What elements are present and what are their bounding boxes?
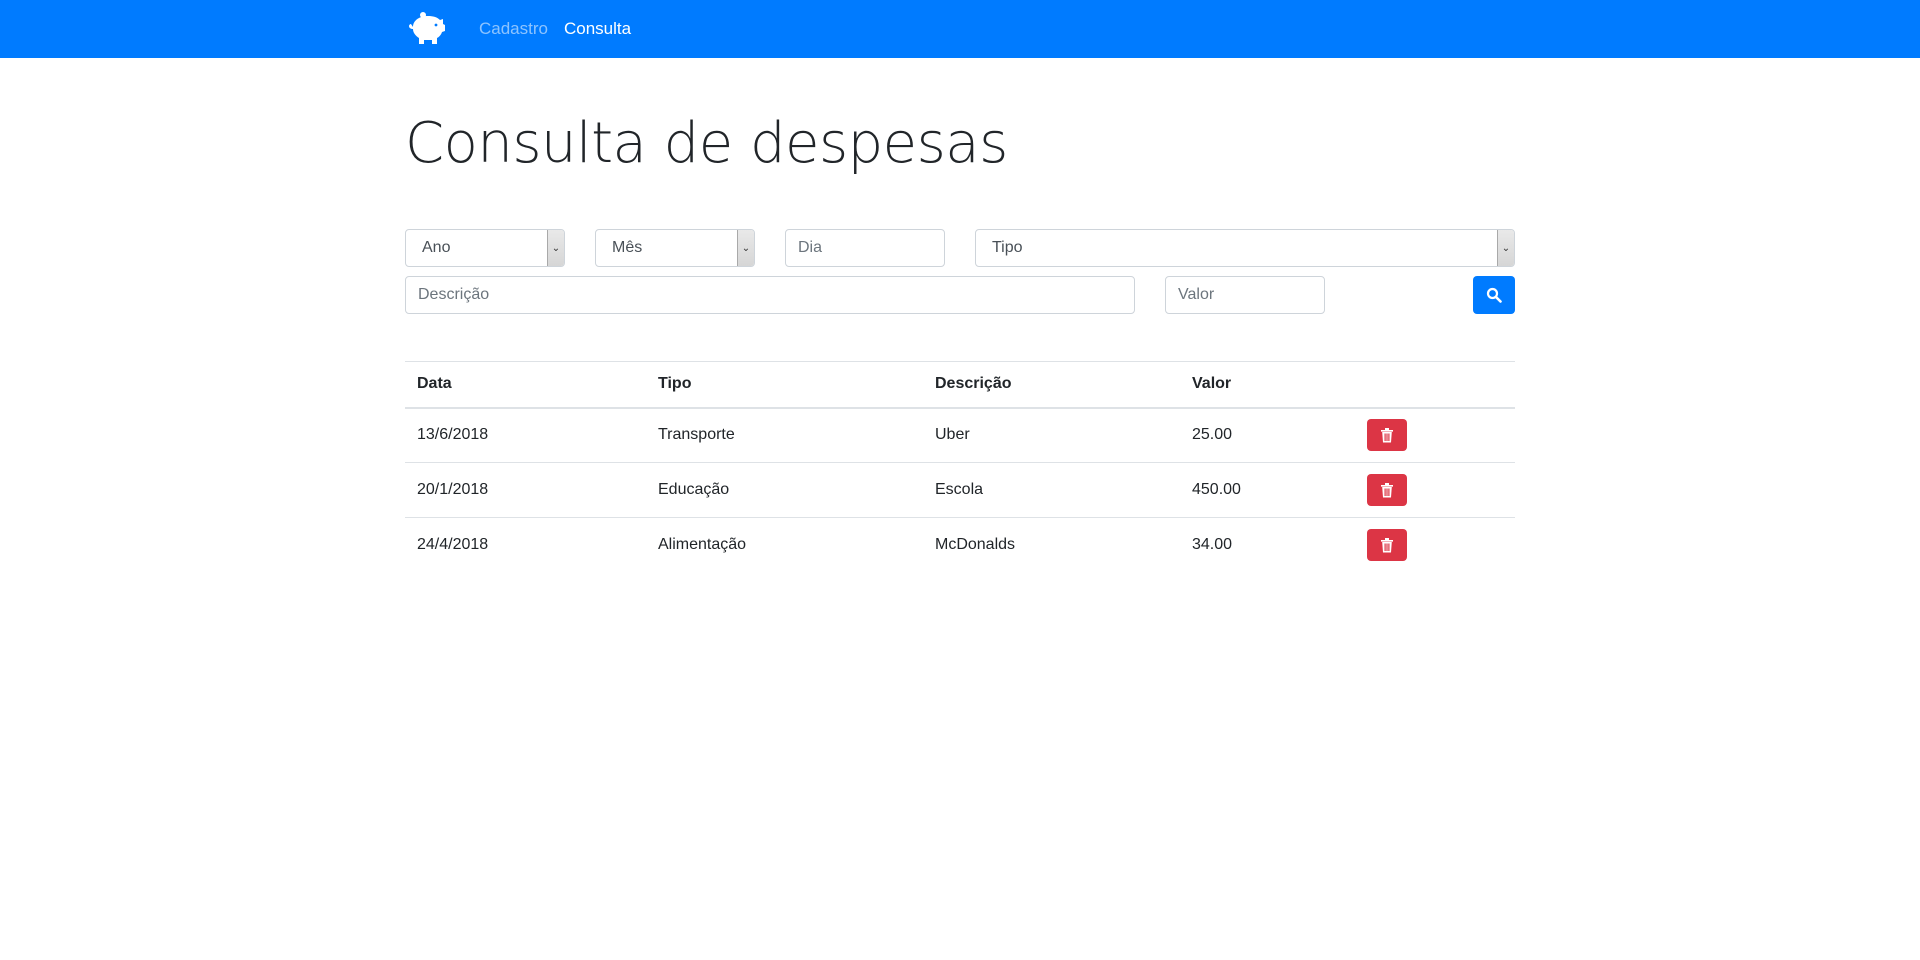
cell-data: 20/1/2018 [405,462,646,518]
cell-actions [1355,518,1515,573]
expenses-table: Data Tipo Descrição Valor 13/6/2018 Tran… [405,361,1515,573]
mes-select[interactable]: Mês ⌄ [595,229,755,267]
descricao-input-placeholder: Descrição [418,286,490,303]
cell-valor: 25.00 [1180,407,1355,463]
column-header-tipo: Tipo [646,361,923,409]
cell-actions [1355,462,1515,518]
valor-input-placeholder: Valor [1178,286,1215,303]
chevron-down-icon: ⌄ [1497,230,1514,266]
table-row: 13/6/2018 Transporte Uber 25.00 [405,407,1515,463]
cell-tipo: Transporte [646,407,923,463]
nav-link-cadastro[interactable]: Cadastro [479,19,548,39]
delete-button[interactable] [1367,474,1407,506]
table-row: 20/1/2018 Educação Escola 450.00 [405,462,1515,518]
cell-actions [1355,407,1515,463]
cell-valor: 34.00 [1192,536,1233,554]
navbar-inner: Cadastro Consulta [405,0,647,58]
cell-data: 24/4/2018 [417,536,489,554]
brand-logo[interactable] [405,0,455,58]
dia-input[interactable]: Dia [785,229,945,267]
descricao-input[interactable]: Descrição [405,276,1135,314]
chevron-down-icon: ⌄ [547,230,564,266]
column-header-actions [1355,361,1515,409]
mes-select-value: Mês [612,239,643,256]
table-body: 13/6/2018 Transporte Uber 25.00 20/1/201… [405,407,1515,573]
column-header-descricao: Descrição [923,361,1180,409]
table-header: Data Tipo Descrição Valor [405,361,1515,409]
cell-descricao: Uber [923,407,1180,463]
trash-icon [1381,428,1393,443]
cell-descricao: Escola [923,462,1180,518]
cell-data: 13/6/2018 [405,407,646,463]
tipo-select[interactable]: Tipo ⌄ [975,229,1515,267]
search-icon [1486,287,1502,303]
valor-input[interactable]: Valor [1165,276,1325,314]
cell-tipo: Educação [646,462,923,518]
table-row: 24/4/2018 Alimentação McDonalds 34.00 [405,518,1515,573]
trash-icon [1381,538,1393,553]
column-header-valor: Valor [1180,361,1355,409]
nav-link-consulta[interactable]: Consulta [564,19,631,39]
cell-tipo: Alimentação [658,536,747,554]
chevron-down-icon: ⌄ [737,230,754,266]
ano-select-value: Ano [422,239,451,256]
cell-valor: 450.00 [1180,462,1355,518]
piggy-bank-icon [409,12,445,44]
cell-descricao: McDonalds [935,536,1016,554]
ano-select[interactable]: Ano ⌄ [405,229,565,267]
navbar: Cadastro Consulta [0,0,1920,58]
page-title: Consulta de despesas [405,111,1008,176]
dia-input-placeholder: Dia [798,239,823,256]
column-header-data: Data [405,361,646,409]
search-button[interactable] [1473,276,1515,314]
trash-icon [1381,483,1393,498]
tipo-select-value: Tipo [992,239,1023,256]
delete-button[interactable] [1367,529,1407,562]
delete-button[interactable] [1367,419,1407,452]
